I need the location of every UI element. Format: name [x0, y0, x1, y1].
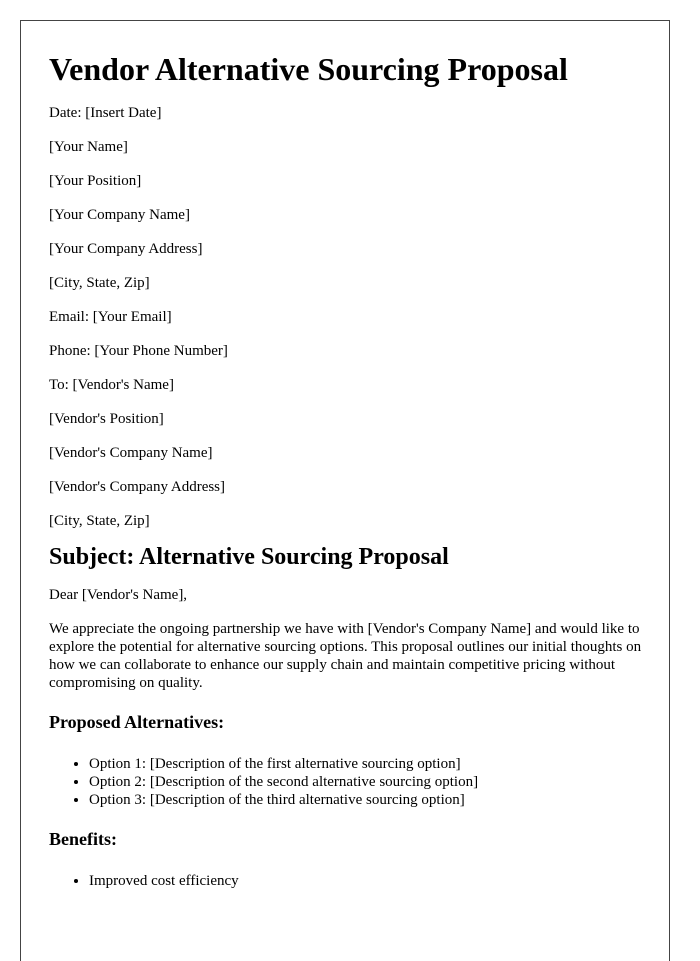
benefits-list: Improved cost efficiency — [49, 872, 649, 890]
list-item: Improved cost efficiency — [89, 872, 649, 890]
recipient-city: [City, State, Zip] — [49, 513, 150, 529]
list-item: Option 1: [Description of the first alte… — [89, 755, 649, 773]
header-block: Date: [Insert Date] [Your Name] [Your Po… — [49, 104, 649, 530]
subject-heading: Subject: Alternative Sourcing Proposal — [49, 544, 449, 570]
sender-address: [Your Company Address] — [49, 241, 203, 257]
alternatives-heading: Proposed Alternatives: — [49, 712, 225, 732]
recipient-name: To: [Vendor's Name] — [49, 377, 174, 393]
sender-position: [Your Position] — [49, 173, 142, 189]
document-title: Vendor Alternative Sourcing Proposal — [49, 51, 568, 87]
list-item: Option 3: [Description of the third alte… — [89, 791, 649, 809]
benefits-heading: Benefits: — [49, 829, 117, 849]
letter-page: Vendor Alternative Sourcing Proposal Dat… — [20, 20, 670, 961]
salutation: Dear [Vendor's Name], — [49, 587, 188, 603]
recipient-position: [Vendor's Position] — [49, 411, 164, 427]
sender-name: [Your Name] — [49, 139, 128, 155]
intro-paragraph: We appreciate the ongoing partnership we… — [49, 621, 642, 691]
date-line: Date: [Insert Date] — [49, 105, 162, 121]
recipient-address: [Vendor's Company Address] — [49, 479, 226, 495]
sender-company: [Your Company Name] — [49, 207, 190, 223]
recipient-company: [Vendor's Company Name] — [49, 445, 213, 461]
alternatives-list: Option 1: [Description of the first alte… — [49, 755, 649, 809]
sender-email: Email: [Your Email] — [49, 309, 172, 325]
list-item: Option 2: [Description of the second alt… — [89, 773, 649, 791]
sender-phone: Phone: [Your Phone Number] — [49, 343, 228, 359]
sender-city: [City, State, Zip] — [49, 275, 150, 291]
